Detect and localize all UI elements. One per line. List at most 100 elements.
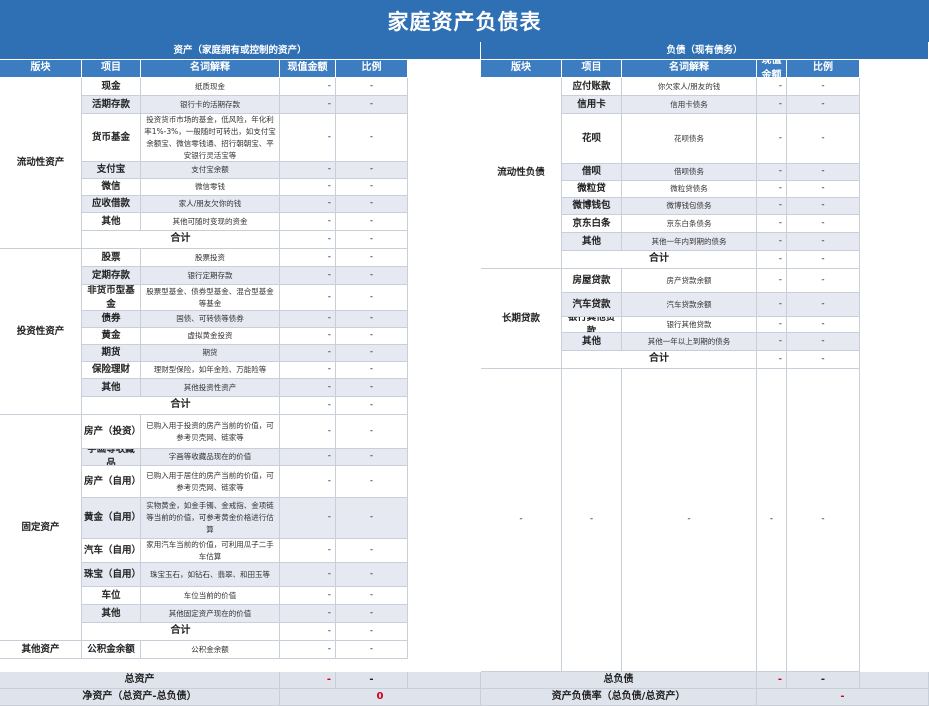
assets-row-item: 珠宝（自用）: [82, 563, 141, 587]
liabilities-row-description: 微博钱包债务: [622, 198, 757, 215]
assets-row-item: 非货币型基金: [82, 285, 141, 311]
liabilities-row-amount: -: [757, 215, 787, 233]
assets-row-item: 其他: [82, 213, 141, 231]
assets-row-amount: -: [280, 415, 336, 449]
assets-group-name: 流动性资产: [0, 78, 82, 249]
assets-row-ratio: -: [336, 196, 408, 213]
liabilities-row-description: 其他一年内到期的债务: [622, 233, 757, 251]
total-assets-amount: -: [280, 672, 336, 689]
liabilities-empty-cell: -: [787, 369, 860, 672]
liabilities-row-item: 微粒贷: [562, 181, 622, 198]
liabilities-row-ratio: -: [787, 317, 860, 333]
assets-row-description: 纸质现金: [141, 78, 280, 96]
assets-row-amount: -: [280, 311, 336, 328]
assets-row-description: 期货: [141, 345, 280, 362]
liabilities-row-item: 借呗: [562, 164, 622, 181]
assets-row-item: 公积金余额: [82, 641, 141, 659]
liabilities-row-item: 其他: [562, 333, 622, 351]
total-liabilities-ratio: -: [787, 672, 860, 689]
assets-subtotal-ratio: -: [336, 623, 408, 641]
liabilities-row-description: 其他一年以上到期的债务: [622, 333, 757, 351]
assets-row-amount: -: [280, 78, 336, 96]
liabilities-row-description: 信用卡债务: [622, 96, 757, 114]
liabilities-row-ratio: -: [787, 293, 860, 317]
net-assets-value: 0: [280, 689, 481, 706]
liabilities-row-ratio: -: [787, 181, 860, 198]
assets-row-description: 理财型保险，如年金险、万能险等: [141, 362, 280, 379]
assets-subtotal-amount: -: [280, 397, 336, 415]
assets-header-ratio: 比例: [336, 60, 408, 78]
liabilities-row-item: 京东白条: [562, 215, 622, 233]
assets-row-description: 已购入用于居住的房产当前的价值，可参考贝壳网、链家等: [141, 466, 280, 498]
assets-row-ratio: -: [336, 162, 408, 179]
assets-row-amount: -: [280, 162, 336, 179]
assets-row-item: 现金: [82, 78, 141, 96]
liabilities-row-amount: -: [757, 333, 787, 351]
assets-row-amount: -: [280, 362, 336, 379]
assets-subtotal-ratio: -: [336, 231, 408, 249]
assets-header-amount: 现值金额: [280, 60, 336, 78]
liabilities-empty-cell: -: [562, 369, 622, 672]
assets-header-description: 名词解释: [141, 60, 280, 78]
liabilities-empty-cell: -: [622, 369, 757, 672]
liabilities-row-ratio: -: [787, 96, 860, 114]
assets-row-ratio: -: [336, 605, 408, 623]
assets-row-item: 支付宝: [82, 162, 141, 179]
assets-row-amount: -: [280, 345, 336, 362]
liabilities-empty-cell: -: [757, 369, 787, 672]
assets-group-name: 其他资产: [0, 641, 82, 659]
assets-subtotal-label: 合计: [82, 623, 280, 641]
assets-row-amount: -: [280, 249, 336, 267]
assets-row-description: 虚拟黄金投资: [141, 328, 280, 345]
assets-row-ratio: -: [336, 78, 408, 96]
assets-row-item: 活期存款: [82, 96, 141, 114]
balance-sheet: 家庭资产负债表 资产（家庭拥有或控制的资产） 负债（现有债务） 版块 版块 项目 项目 名词…: [0, 0, 929, 706]
assets-subtotal-ratio: -: [336, 397, 408, 415]
assets-row-ratio: -: [336, 641, 408, 659]
assets-row-item: 其他: [82, 605, 141, 623]
liabilities-subtotal-label: 合计: [562, 351, 757, 369]
assets-row-amount: -: [280, 563, 336, 587]
liabilities-row-ratio: -: [787, 78, 860, 96]
assets-row-description: 银行卡的活期存款: [141, 96, 280, 114]
assets-row-ratio: -: [336, 587, 408, 605]
liabilities-row-amount: -: [757, 164, 787, 181]
liabilities-header-block: 版块: [481, 60, 562, 78]
assets-row-description: 家人/朋友欠你的钱: [141, 196, 280, 213]
assets-row-amount: -: [280, 587, 336, 605]
assets-row-ratio: -: [336, 249, 408, 267]
net-assets-label: 净资产（总资产-总负债）: [0, 689, 280, 706]
liabilities-row-description: 微粒贷债务: [622, 181, 757, 198]
liabilities-subtotal-ratio: -: [787, 251, 860, 269]
assets-row-amount: -: [280, 466, 336, 498]
assets-row-amount: -: [280, 96, 336, 114]
liabilities-header-item: 项目: [562, 60, 622, 78]
liabilities-row-description: 汽车贷款余额: [622, 293, 757, 317]
assets-row-item: 微信: [82, 179, 141, 196]
liabilities-subtotal-amount: -: [757, 351, 787, 369]
assets-row-item: 房产（投资）: [82, 415, 141, 449]
assets-row-ratio: -: [336, 311, 408, 328]
assets-row-ratio: -: [336, 415, 408, 449]
liabilities-section-title: 负债（现有债务）: [481, 42, 929, 60]
liabilities-row-ratio: -: [787, 198, 860, 215]
liabilities-row-item: 其他: [562, 233, 622, 251]
assets-subtotal-amount: -: [280, 231, 336, 249]
liabilities-row-ratio: -: [787, 215, 860, 233]
liabilities-row-item: 信用卡: [562, 96, 622, 114]
assets-subtotal-label: 合计: [82, 397, 280, 415]
sheet-title: 家庭资产负债表: [0, 0, 929, 42]
liabilities-row-amount: -: [757, 198, 787, 215]
assets-row-amount: -: [280, 285, 336, 311]
liabilities-group-name: 流动性负债: [481, 78, 562, 269]
liabilities-row-item: 汽车贷款: [562, 293, 622, 317]
liabilities-row-ratio: -: [787, 233, 860, 251]
assets-row-amount: -: [280, 328, 336, 345]
assets-row-description: 珠宝玉石，如钻石、翡翠、和田玉等: [141, 563, 280, 587]
debt-ratio-label: 资产负债率（总负债/总资产）: [481, 689, 757, 706]
assets-row-amount: -: [280, 213, 336, 231]
assets-row-amount: -: [280, 539, 336, 563]
assets-row-ratio: -: [336, 498, 408, 539]
liabilities-header-amount: 现值金额: [757, 60, 787, 78]
assets-row-ratio: -: [336, 96, 408, 114]
